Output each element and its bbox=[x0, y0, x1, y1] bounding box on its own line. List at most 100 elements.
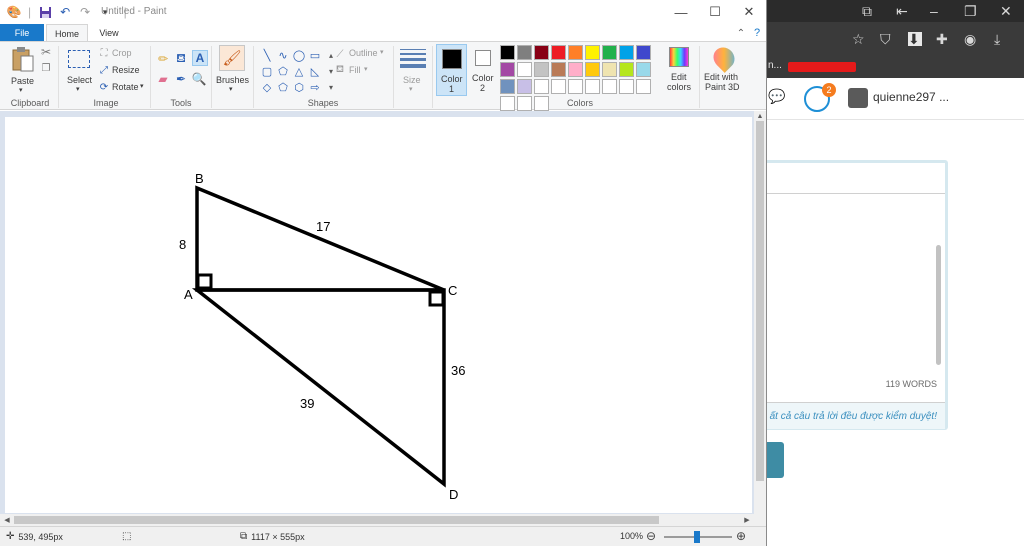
palette-swatch[interactable] bbox=[551, 79, 566, 94]
edit-with-paint3d-button[interactable]: Edit with Paint 3D bbox=[702, 43, 746, 95]
vertical-scrollbar[interactable]: ▲ bbox=[754, 111, 766, 514]
magnifier-icon[interactable]: 🔍 bbox=[192, 72, 207, 86]
palette-swatch[interactable] bbox=[534, 62, 549, 77]
rotate-icon[interactable]: ⟳ bbox=[98, 81, 110, 93]
palette-swatch[interactable] bbox=[500, 45, 515, 60]
palette-swatch[interactable] bbox=[568, 45, 583, 60]
pentagon-shape-icon[interactable]: ⬠ bbox=[276, 80, 290, 95]
bookmark-star-icon[interactable]: ☆ bbox=[852, 32, 865, 46]
scroll-left-icon[interactable]: ◀ bbox=[2, 515, 12, 525]
tab-home[interactable]: Home bbox=[46, 24, 88, 42]
palette-swatch[interactable] bbox=[585, 62, 600, 77]
zoom-in-icon[interactable]: ⊕ bbox=[736, 529, 746, 543]
color-picker-icon[interactable]: ✒ bbox=[174, 72, 188, 86]
tab-view[interactable]: View bbox=[90, 24, 128, 42]
size-button[interactable]: Size ▾ bbox=[397, 45, 429, 95]
hexagon-shape-icon[interactable]: ⬡ bbox=[292, 80, 306, 95]
submit-button[interactable] bbox=[766, 442, 784, 478]
scroll-right-icon[interactable]: ▶ bbox=[742, 515, 752, 525]
text-tool-icon[interactable]: A bbox=[192, 50, 208, 66]
rectangle-shape-icon[interactable]: ▭ bbox=[308, 48, 322, 63]
profile-icon[interactable]: ◉ bbox=[964, 32, 976, 46]
diamond-shape-icon[interactable]: ◇ bbox=[260, 80, 274, 95]
palette-swatch[interactable] bbox=[517, 62, 532, 77]
palette-swatch[interactable] bbox=[500, 62, 515, 77]
select-button[interactable]: Select ▾ bbox=[64, 46, 94, 94]
palette-swatch[interactable] bbox=[619, 45, 634, 60]
zoom-slider-thumb[interactable] bbox=[694, 531, 700, 543]
pencil-icon[interactable]: ✏ bbox=[156, 52, 170, 66]
palette-swatch[interactable] bbox=[517, 79, 532, 94]
palette-swatch[interactable] bbox=[534, 79, 549, 94]
undo-icon[interactable]: ↶ bbox=[57, 4, 73, 20]
editor-scrollbar[interactable] bbox=[935, 190, 941, 370]
eraser-icon[interactable]: ▰ bbox=[156, 72, 170, 86]
palette-swatch[interactable] bbox=[636, 45, 651, 60]
scroll-up-icon[interactable]: ▲ bbox=[755, 111, 765, 121]
triangle-shape-icon[interactable]: △ bbox=[292, 64, 306, 79]
palette-swatch[interactable] bbox=[602, 62, 617, 77]
rotate-button[interactable]: Rotate bbox=[112, 82, 139, 92]
palette-swatch[interactable] bbox=[500, 79, 515, 94]
horizontal-scrollbar[interactable]: ◀ ▶ bbox=[0, 514, 766, 526]
minimize-icon[interactable]: – bbox=[930, 4, 938, 18]
minimize-button[interactable]: — bbox=[664, 0, 698, 24]
avatar[interactable] bbox=[848, 88, 868, 108]
puzzle-icon[interactable]: ✚ bbox=[936, 32, 948, 46]
palette-swatch[interactable] bbox=[568, 62, 583, 77]
redo-icon[interactable]: ↷ bbox=[77, 4, 93, 20]
maximize-button[interactable]: ☐ bbox=[698, 0, 732, 24]
cut-icon[interactable]: ✂ bbox=[40, 45, 52, 59]
paste-button[interactable]: Paste ▾ bbox=[8, 46, 38, 94]
chat-icon[interactable]: 💬 bbox=[768, 88, 786, 104]
fill-bucket-icon[interactable]: ⛾ bbox=[174, 51, 188, 66]
drawing-canvas[interactable]: B A C D 8 17 36 39 bbox=[5, 117, 752, 513]
copy-icon[interactable]: ❐ bbox=[40, 62, 52, 74]
right-triangle-shape-icon[interactable]: ◺ bbox=[308, 64, 322, 79]
tab-file[interactable]: File bbox=[0, 24, 44, 42]
palette-swatch[interactable] bbox=[534, 45, 549, 60]
collapse-ribbon-icon[interactable]: ⌃ bbox=[734, 25, 748, 41]
fill-button[interactable]: Fill bbox=[349, 65, 361, 75]
username-link[interactable]: quienne297 ... bbox=[873, 90, 949, 104]
palette-swatch[interactable] bbox=[619, 79, 634, 94]
close-icon[interactable]: ✕ bbox=[1000, 4, 1012, 18]
palette-swatch[interactable] bbox=[619, 62, 634, 77]
brushes-button[interactable]: 🖌 Brushes ▾ bbox=[215, 45, 249, 93]
palette-swatch[interactable] bbox=[551, 62, 566, 77]
palette-swatch[interactable] bbox=[517, 45, 532, 60]
tab-search-icon[interactable]: ⧉ bbox=[862, 4, 872, 18]
rounded-rectangle-shape-icon[interactable]: ▢ bbox=[260, 64, 274, 79]
outline-button[interactable]: Outline bbox=[349, 48, 378, 58]
palette-swatch[interactable] bbox=[636, 62, 651, 77]
scroll-thumb[interactable] bbox=[936, 245, 941, 365]
curve-shape-icon[interactable]: ∿ bbox=[276, 48, 290, 63]
palette-swatch[interactable] bbox=[585, 79, 600, 94]
oval-shape-icon[interactable]: ◯ bbox=[292, 48, 306, 63]
palette-swatch[interactable] bbox=[551, 45, 566, 60]
palette-swatch[interactable] bbox=[602, 79, 617, 94]
arrow-right-shape-icon[interactable]: ⇨ bbox=[308, 80, 322, 95]
back-icon[interactable]: ⇤ bbox=[896, 4, 908, 18]
bookmark-fragment[interactable]: n... bbox=[768, 60, 782, 71]
answer-editor[interactable] bbox=[749, 193, 945, 403]
palette-swatch[interactable] bbox=[602, 45, 617, 60]
palette-swatch[interactable] bbox=[568, 79, 583, 94]
crop-icon[interactable]: ⛶ bbox=[98, 47, 110, 59]
save-icon[interactable] bbox=[37, 4, 53, 20]
downloads-icon[interactable]: ⤓ bbox=[994, 32, 1000, 46]
resize-button[interactable]: Resize bbox=[112, 65, 140, 75]
resize-icon[interactable]: ⤢ bbox=[98, 64, 110, 76]
color-2-button[interactable]: Color 2 bbox=[469, 44, 499, 96]
line-shape-icon[interactable]: ╲ bbox=[260, 48, 274, 63]
color-1-button[interactable]: Color 1 bbox=[436, 44, 467, 96]
edit-colors-button[interactable]: Edit colors bbox=[664, 45, 696, 95]
download-arrow-icon[interactable]: ⬇ bbox=[908, 32, 922, 46]
extension-shield-icon[interactable]: ⛉ bbox=[880, 32, 891, 46]
vertical-scroll-thumb[interactable] bbox=[756, 121, 764, 481]
restore-icon[interactable]: ❐ bbox=[964, 4, 977, 18]
palette-swatch[interactable] bbox=[636, 79, 651, 94]
polygon-shape-icon[interactable]: ⬠ bbox=[276, 64, 290, 79]
close-button[interactable]: ✕ bbox=[732, 0, 766, 24]
gallery-more-icon[interactable]: ▾ bbox=[324, 80, 338, 95]
